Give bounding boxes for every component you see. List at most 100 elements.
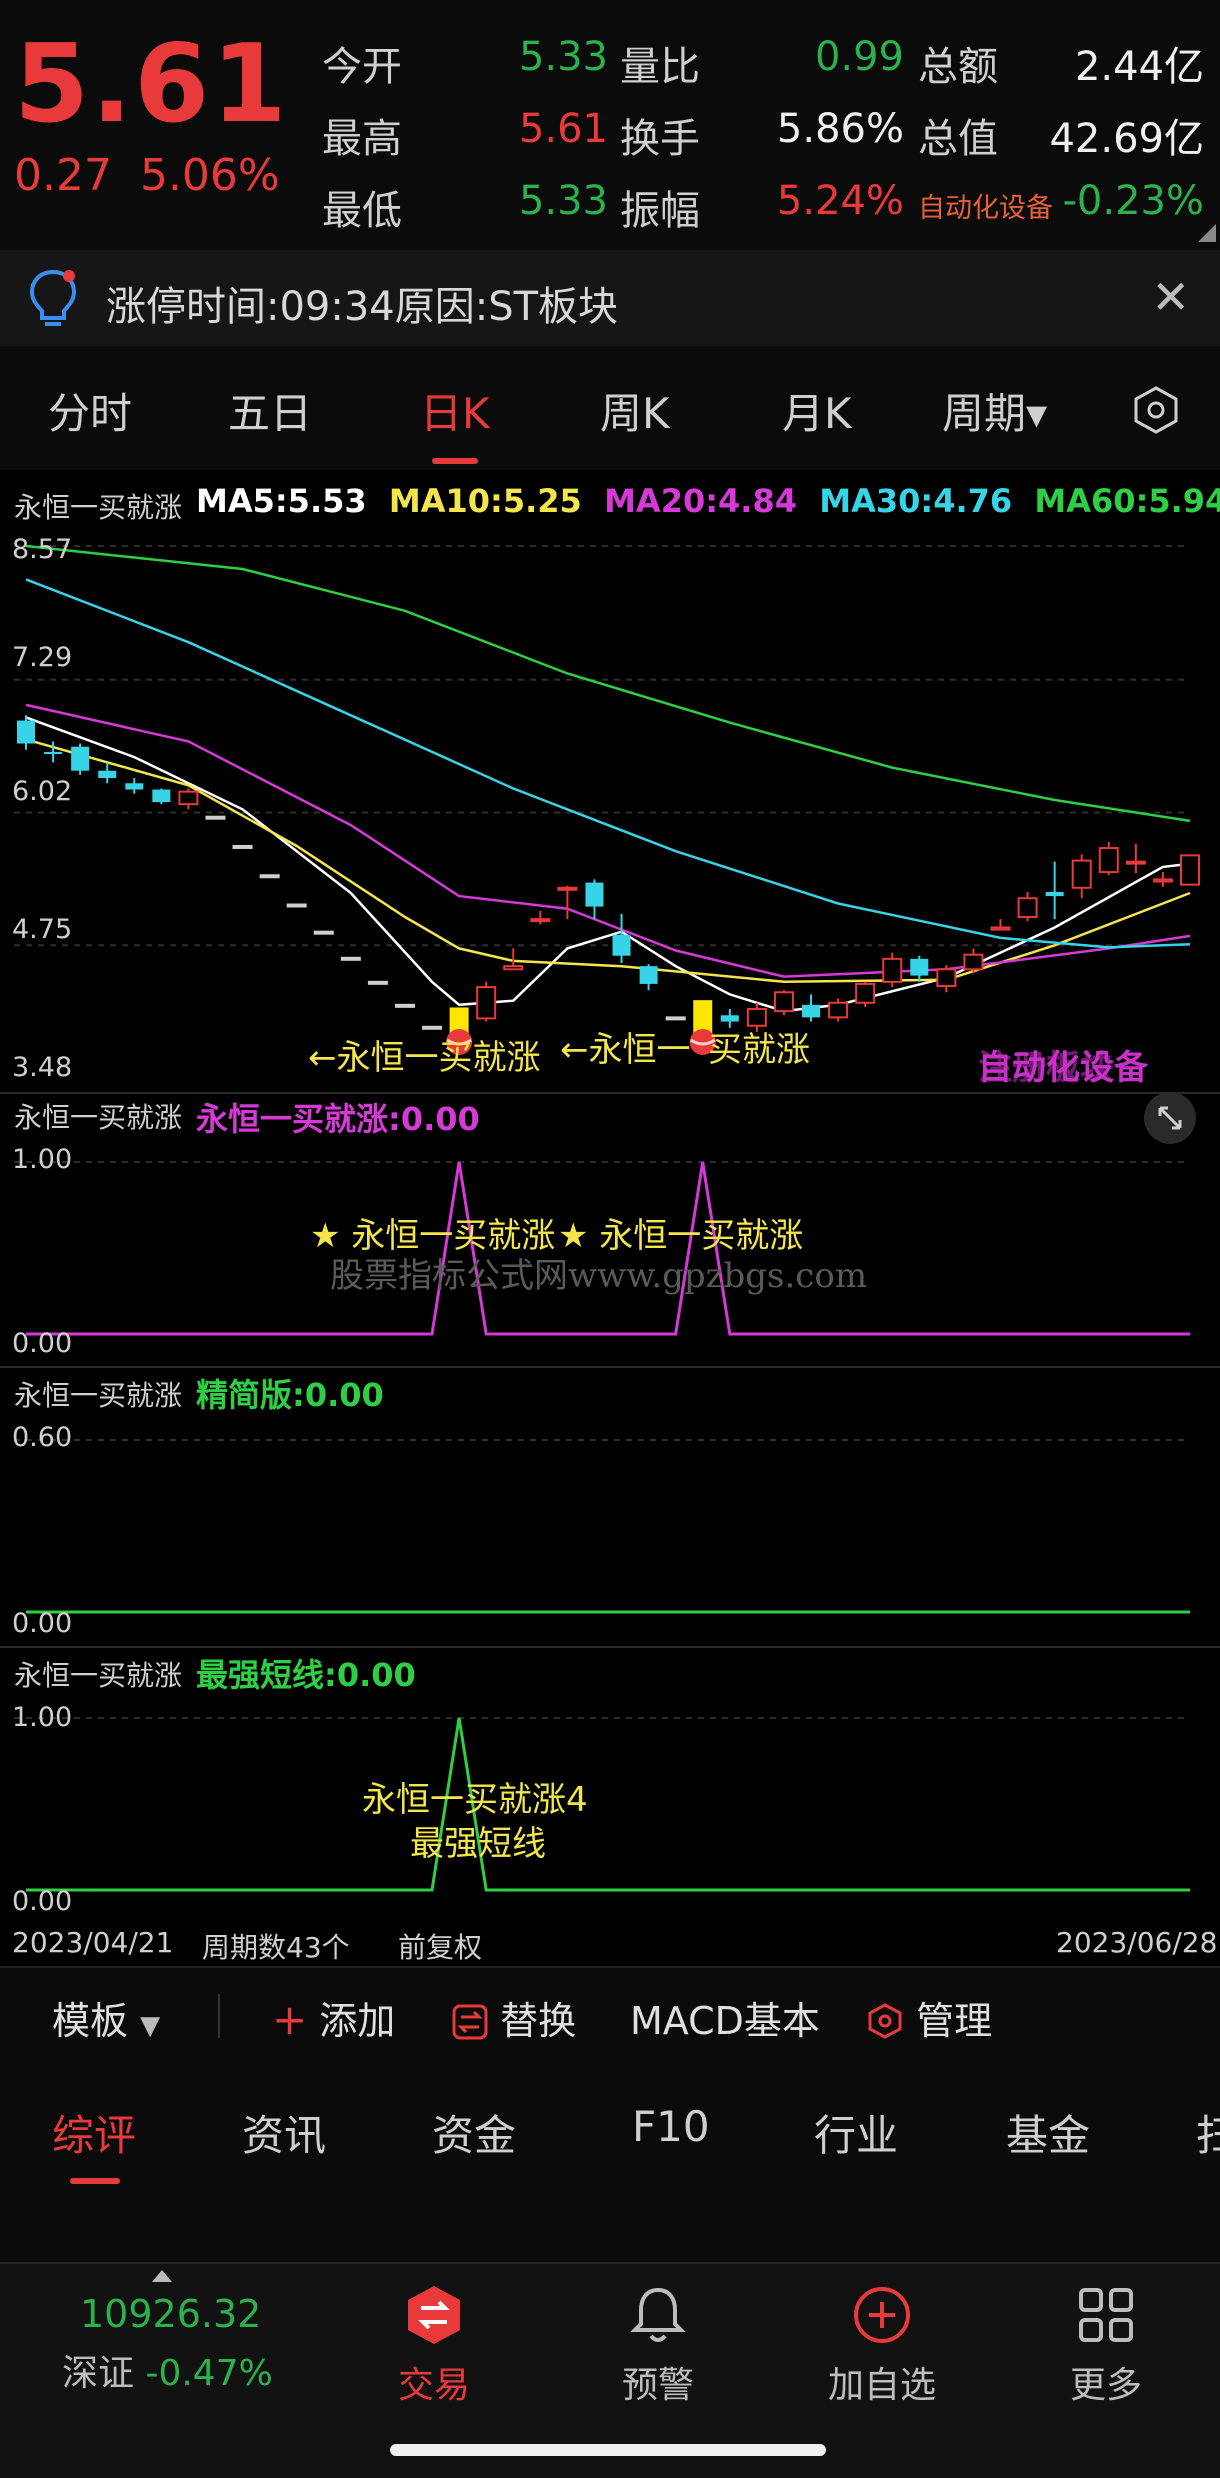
panel3-indicator: 精简版:0.00 <box>196 1370 384 1416</box>
axis-start-date: 2023/04/21 <box>12 1926 174 1959</box>
candlestick-chart[interactable] <box>0 530 1220 1090</box>
candle-body-down <box>98 770 117 779</box>
plus-icon: + <box>272 1995 308 2044</box>
banner-text: 涨停时间:09:34原因:ST板块 <box>106 284 619 330</box>
tab-industry[interactable]: 行业 <box>814 2102 898 2163</box>
panel2-value: 0.00 <box>400 1100 480 1138</box>
ma5-label: MA5: <box>196 482 288 520</box>
index-value[interactable]: 10926.32 <box>80 2292 261 2336</box>
limit-up-banner[interactable]: 涨停时间:09:34原因:ST板块 ✕ <box>0 250 1220 346</box>
tab-weekly-k[interactable]: 周K <box>600 380 670 441</box>
ma-line-ma5 <box>25 716 1191 1013</box>
sector-change: -0.23% <box>1062 178 1204 224</box>
section-active-underline <box>70 2178 120 2184</box>
candle-body-up <box>882 957 903 983</box>
axis-end-date: 2023/06/28 <box>1056 1926 1218 1959</box>
sector-name-link[interactable]: 自动化设备 <box>918 186 1053 225</box>
tab-f10[interactable]: F10 <box>632 2102 710 2151</box>
candle-body-up <box>1071 859 1092 889</box>
nav-more-label: 更多 <box>1069 2365 1142 2406</box>
tab-period-dropdown[interactable]: 周期▾ <box>942 380 1047 441</box>
label-open: 今开 <box>322 44 402 90</box>
bulb-icon <box>29 269 77 326</box>
replace-button[interactable]: 替换 <box>452 1990 576 2045</box>
tab-news[interactable]: 资讯 <box>242 2102 326 2163</box>
ma10-value: 5.25 <box>502 482 582 520</box>
nav-trade-label: 交易 <box>397 2365 470 2406</box>
active-tab-underline <box>432 458 478 464</box>
simplified-panel-chart[interactable] <box>0 1416 1220 1636</box>
add-label: 添加 <box>319 1999 396 2043</box>
panel4-indicator: 最强短线:0.00 <box>196 1650 416 1696</box>
signal-annotation-1: ←永恒一买就涨 <box>308 1038 541 1078</box>
tab-fund[interactable]: 基金 <box>1006 2102 1090 2163</box>
candle-body-down <box>125 783 144 790</box>
trade-icon <box>408 2286 460 2344</box>
label-turnover-amount: 总额 <box>918 44 998 90</box>
candle-body-up <box>855 982 876 1004</box>
candle-body-down <box>910 958 929 976</box>
swap-icon <box>452 2004 488 2040</box>
candle-body-up <box>828 1001 849 1019</box>
panel2-title: 永恒一买就涨 <box>14 1101 183 1134</box>
manage-button[interactable]: 管理 <box>866 1990 992 2045</box>
tab-five-day[interactable]: 五日 <box>228 380 312 441</box>
label-high: 最高 <box>322 116 402 162</box>
tab-intraday[interactable]: 分时 <box>48 380 132 441</box>
index-summary[interactable]: 深证 -0.47% <box>62 2344 273 2396</box>
panel-separator-2 <box>0 1366 1220 1368</box>
settings-hexagon-icon[interactable] <box>1130 384 1182 436</box>
panel4-annotation-2: 最强短线 <box>410 1824 546 1864</box>
sector-overlay-text-2: 注册板块 <box>978 1048 1114 1088</box>
panel4-title: 永恒一买就涨 <box>14 1659 183 1692</box>
indicator-toolbar: 模板 ▼ + 添加 替换 MACD基本 管理 <box>0 1966 1220 2060</box>
close-icon[interactable]: ✕ <box>1151 270 1190 324</box>
chart-area[interactable]: 永恒一买就涨 MA5:5.53 MA10:5.25 MA20:4.84 MA30… <box>0 470 1220 1966</box>
current-price: 5.61 <box>14 22 289 147</box>
panel3-label: 精简版: <box>196 1376 305 1414</box>
add-button[interactable]: + 添加 <box>272 1990 395 2045</box>
watermark-text: 股票指标公式网www.gpzbgs.com <box>330 1256 868 1296</box>
short-term-panel-chart[interactable] <box>0 1694 1220 1914</box>
candle-body-up <box>1017 897 1038 919</box>
template-dropdown[interactable]: 模板 ▼ <box>52 1990 160 2045</box>
candle-body-down <box>802 1004 821 1018</box>
candle-body-up <box>367 980 388 985</box>
nav-trade[interactable]: 交易 <box>334 2284 534 2408</box>
nav-alert[interactable]: 预警 <box>558 2284 758 2408</box>
label-turnover-rate: 换手 <box>620 116 700 162</box>
label-volume-ratio: 量比 <box>620 44 700 90</box>
candle-body-up <box>286 903 307 908</box>
ma60-label: MA60: <box>1034 482 1149 520</box>
panel3-title: 永恒一买就涨 <box>14 1379 183 1412</box>
candle-body-down <box>17 720 35 744</box>
template-label: 模板 <box>52 1999 129 2043</box>
tab-overview[interactable]: 综评 <box>52 2102 136 2163</box>
label-low: 最低 <box>322 188 402 234</box>
tab-funds-flow[interactable]: 资金 <box>432 2102 516 2163</box>
home-indicator[interactable] <box>390 2444 826 2456</box>
manage-label: 管理 <box>916 1999 993 2043</box>
add-circle-icon <box>854 2287 910 2343</box>
candle-body-up <box>232 844 253 849</box>
nav-more[interactable]: 更多 <box>1006 2284 1206 2408</box>
panel2-ytick-min: 0.00 <box>12 1328 73 1359</box>
panel-separator-3 <box>0 1646 1220 1648</box>
tab-monthly-k[interactable]: 月K <box>782 380 852 441</box>
ma30-value: 4.76 <box>933 482 1013 520</box>
axis-adjust-mode[interactable]: 前复权 <box>398 1926 482 1966</box>
panel2-ytick-max: 1.00 <box>12 1144 73 1175</box>
value-amplitude: 5.24% <box>776 178 904 224</box>
candle-body-up <box>178 790 199 806</box>
value-turnover-rate: 5.86% <box>776 106 904 152</box>
candle-body-up <box>936 968 957 988</box>
signal-annotation-2: ←永恒一 <box>560 1030 691 1070</box>
value-market-cap: 42.69亿 <box>1049 116 1204 162</box>
ma20-label: MA20: <box>604 482 719 520</box>
tab-overflow[interactable]: 扫 <box>1196 2102 1220 2163</box>
candle-body-down <box>612 934 631 956</box>
value-low: 5.33 <box>518 178 608 224</box>
nav-add-watchlist[interactable]: 加自选 <box>782 2284 982 2408</box>
macd-basic-button[interactable]: MACD基本 <box>630 1990 820 2045</box>
tab-daily-k[interactable]: 日K <box>420 380 490 441</box>
